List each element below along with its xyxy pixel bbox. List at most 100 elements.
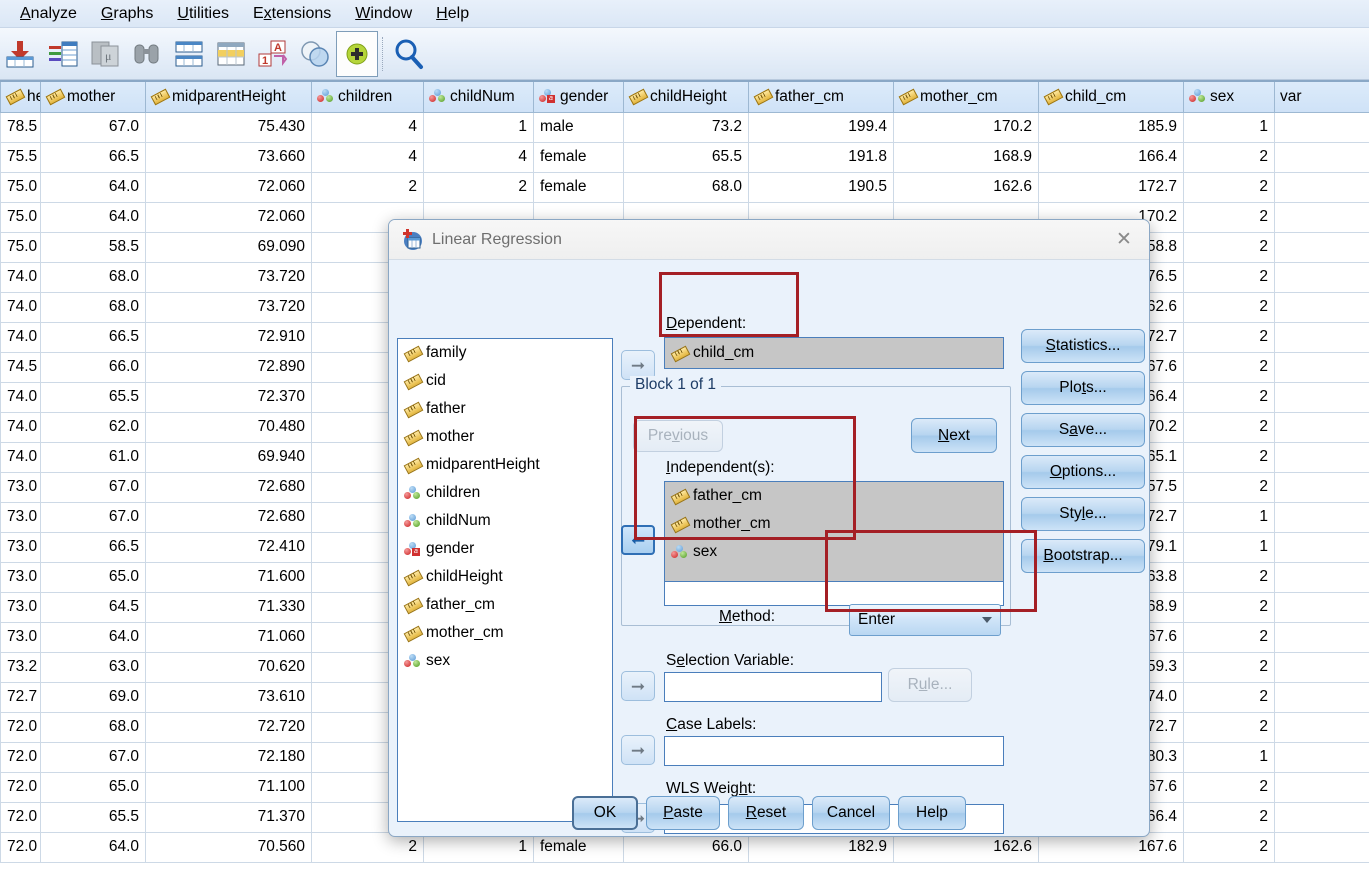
grid-cell[interactable]: 72.680 — [145, 472, 312, 503]
grid-cell[interactable]: 69.090 — [145, 232, 312, 263]
grid-cell[interactable]: 191.8 — [748, 142, 894, 173]
grid-cell[interactable]: male — [533, 112, 624, 143]
grid-cell[interactable]: 2 — [1183, 802, 1275, 833]
menu-item-analyze[interactable]: AAnalyzenalyze — [8, 2, 89, 26]
grid-cell[interactable]: 72.060 — [145, 202, 312, 233]
grid-cell[interactable] — [1274, 262, 1369, 293]
grid-cell[interactable]: 2 — [311, 172, 424, 203]
grid-cell[interactable]: 65.5 — [623, 142, 749, 173]
grid-cell[interactable]: 74.0 — [0, 382, 41, 413]
style-button[interactable]: Sty l e... — [1021, 497, 1145, 531]
find-icon[interactable] — [126, 31, 168, 77]
grid-cell[interactable] — [1274, 412, 1369, 443]
grid-cell[interactable]: 70.480 — [145, 412, 312, 443]
search-icon[interactable] — [388, 31, 430, 77]
venn-overlap-icon[interactable] — [294, 31, 336, 77]
grid-cell[interactable]: 64.0 — [40, 622, 146, 653]
grid-cell[interactable]: 69.940 — [145, 442, 312, 473]
grid-cell[interactable]: 73.2 — [0, 652, 41, 683]
dependent-field[interactable]: child_cm — [664, 337, 1004, 369]
source-variable-item[interactable]: sex — [398, 647, 612, 675]
grid-cell[interactable]: 64.0 — [40, 202, 146, 233]
grid-cell[interactable]: 70.560 — [145, 832, 312, 863]
grid-cell[interactable]: 166.4 — [1038, 142, 1184, 173]
grid-cell[interactable]: 72.180 — [145, 742, 312, 773]
grid-cell[interactable]: 74.0 — [0, 292, 41, 323]
grid-cell[interactable]: 72.720 — [145, 712, 312, 743]
grid-cell[interactable]: 1 — [423, 112, 534, 143]
grid-cell[interactable]: 2 — [1183, 232, 1275, 263]
grid-cell[interactable]: 61.0 — [40, 442, 146, 473]
grid-cell[interactable]: 72.0 — [0, 712, 41, 743]
grid-cell[interactable]: female — [533, 142, 624, 173]
grid-cell[interactable]: 71.330 — [145, 592, 312, 623]
grid-cell[interactable]: 69.0 — [40, 682, 146, 713]
grid-cell[interactable]: 4 — [311, 112, 424, 143]
menu-item-window[interactable]: Window — [343, 2, 424, 26]
grid-cell[interactable]: 74.5 — [0, 352, 41, 383]
grid-cell[interactable] — [1274, 442, 1369, 473]
independents-field-empty-area[interactable] — [664, 582, 1004, 606]
variables-icon[interactable]: A 1 — [252, 31, 294, 77]
source-variable-item[interactable]: childHeight — [398, 563, 612, 591]
split-file-icon[interactable]: μ — [84, 31, 126, 77]
help-button[interactable]: Help — [898, 796, 966, 830]
selection-variable-input[interactable] — [664, 672, 882, 702]
grid-cell[interactable] — [1274, 202, 1369, 233]
grid-cell[interactable]: 190.5 — [748, 172, 894, 203]
grid-cell[interactable]: 73.610 — [145, 682, 312, 713]
grid-cell[interactable]: 71.370 — [145, 802, 312, 833]
grid-cell[interactable]: 75.0 — [0, 202, 41, 233]
grid-cell[interactable]: 2 — [423, 172, 534, 203]
grid-cell[interactable]: 73.0 — [0, 532, 41, 563]
bootstrap-button[interactable]: Bootstrap... — [1021, 539, 1145, 573]
grid-cell[interactable]: 73.0 — [0, 472, 41, 503]
grid-cell[interactable] — [1274, 712, 1369, 743]
plots-button[interactable]: Plo t s... — [1021, 371, 1145, 405]
grid-cell[interactable]: 66.5 — [40, 142, 146, 173]
grid-cell[interactable]: 73.720 — [145, 262, 312, 293]
grid-cell[interactable]: 65.5 — [40, 802, 146, 833]
grid-cell[interactable] — [1274, 352, 1369, 383]
grid-cell[interactable] — [1274, 502, 1369, 533]
grid-cell[interactable] — [1274, 112, 1369, 143]
source-variable-item[interactable]: mother_cm — [398, 619, 612, 647]
grid-cell[interactable]: 74.0 — [0, 322, 41, 353]
grid-cell[interactable]: 2 — [1183, 352, 1275, 383]
grid-cell[interactable]: 1 — [1183, 112, 1275, 143]
grid-cell[interactable]: 78.5 — [0, 112, 41, 143]
grid-cell[interactable]: 68.0 — [40, 712, 146, 743]
grid-cell[interactable] — [1274, 232, 1369, 263]
statistics-button[interactable]: Statistics... — [1021, 329, 1145, 363]
grid-cell[interactable]: 2 — [1183, 382, 1275, 413]
source-variable-item[interactable]: childNum — [398, 507, 612, 535]
grid-cell[interactable] — [1274, 532, 1369, 563]
grid-cell[interactable]: 2 — [1183, 682, 1275, 713]
grid-cell[interactable]: 2 — [1183, 322, 1275, 353]
grid-cell[interactable]: 65.0 — [40, 562, 146, 593]
grid-cell[interactable]: 68.0 — [40, 292, 146, 323]
grid-cell[interactable] — [1274, 742, 1369, 773]
grid-cell[interactable]: 73.660 — [145, 142, 312, 173]
grid-cell[interactable] — [1274, 562, 1369, 593]
grid-cell[interactable] — [1274, 682, 1369, 713]
next-button[interactable]: Next — [911, 418, 997, 453]
grid-cell[interactable]: 72.680 — [145, 502, 312, 533]
grid-cell[interactable]: 2 — [1183, 832, 1275, 863]
independent-variable-item[interactable]: mother_cm — [665, 510, 1003, 538]
grid-cell[interactable]: 72.0 — [0, 772, 41, 803]
independent-variable-item[interactable]: father_cm — [665, 482, 1003, 510]
grid-cell[interactable] — [1274, 592, 1369, 623]
grid-cell[interactable]: 2 — [1183, 472, 1275, 503]
grid-cell[interactable]: 72.060 — [145, 172, 312, 203]
grid-cell[interactable]: 2 — [1183, 592, 1275, 623]
table-row[interactable]: 75.0 64.0 72.060 2 2 female 68.0 190.5 162.6 172.… — [0, 172, 1369, 203]
grid-cell[interactable]: 4 — [311, 142, 424, 173]
grid-cell[interactable] — [1274, 142, 1369, 173]
menu-item-utilities[interactable]: Utilities — [165, 2, 241, 26]
paste-button[interactable]: Paste — [646, 796, 720, 830]
grid-cell[interactable]: 1 — [1183, 532, 1275, 563]
grid-cell[interactable]: 75.0 — [0, 172, 41, 203]
grid-cell[interactable] — [1274, 472, 1369, 503]
grid-cell[interactable]: 72.0 — [0, 742, 41, 773]
